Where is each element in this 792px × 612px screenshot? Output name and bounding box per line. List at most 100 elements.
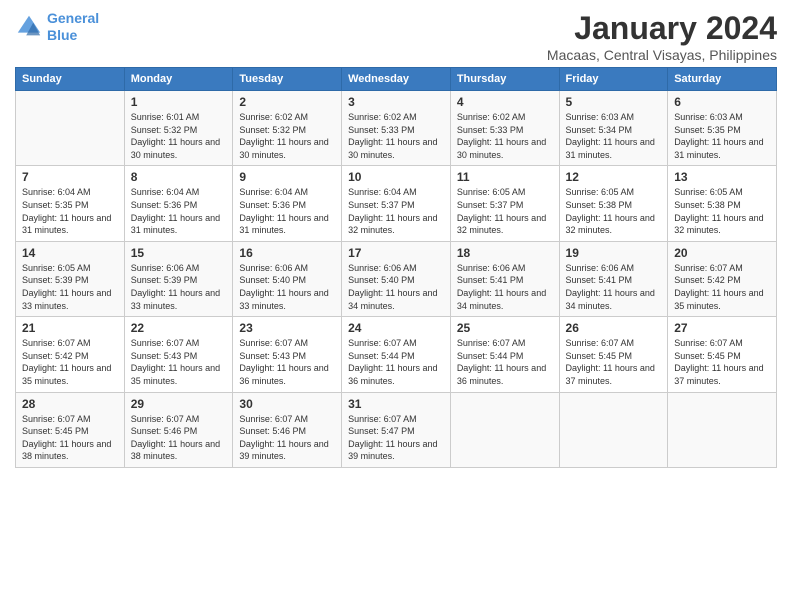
col-tuesday: Tuesday	[233, 68, 342, 91]
day-info: Sunrise: 6:04 AMSunset: 5:36 PMDaylight:…	[239, 186, 335, 236]
day-number: 11	[457, 170, 553, 184]
calendar-week-row: 28 Sunrise: 6:07 AMSunset: 5:45 PMDaylig…	[16, 392, 777, 467]
day-number: 30	[239, 397, 335, 411]
logo-line2: Blue	[47, 27, 77, 43]
table-row: 9 Sunrise: 6:04 AMSunset: 5:36 PMDayligh…	[233, 166, 342, 241]
day-number: 3	[348, 95, 444, 109]
day-info: Sunrise: 6:05 AMSunset: 5:38 PMDaylight:…	[674, 186, 770, 236]
day-number: 14	[22, 246, 118, 260]
col-thursday: Thursday	[450, 68, 559, 91]
table-row: 27 Sunrise: 6:07 AMSunset: 5:45 PMDaylig…	[668, 317, 777, 392]
table-row: 20 Sunrise: 6:07 AMSunset: 5:42 PMDaylig…	[668, 241, 777, 316]
day-info: Sunrise: 6:01 AMSunset: 5:32 PMDaylight:…	[131, 111, 227, 161]
day-number: 27	[674, 321, 770, 335]
day-number: 31	[348, 397, 444, 411]
table-row: 14 Sunrise: 6:05 AMSunset: 5:39 PMDaylig…	[16, 241, 125, 316]
day-number: 12	[566, 170, 662, 184]
day-number: 29	[131, 397, 227, 411]
day-info: Sunrise: 6:05 AMSunset: 5:39 PMDaylight:…	[22, 262, 118, 312]
table-row: 29 Sunrise: 6:07 AMSunset: 5:46 PMDaylig…	[124, 392, 233, 467]
table-row: 17 Sunrise: 6:06 AMSunset: 5:40 PMDaylig…	[342, 241, 451, 316]
day-info: Sunrise: 6:04 AMSunset: 5:36 PMDaylight:…	[131, 186, 227, 236]
table-row	[450, 392, 559, 467]
calendar-week-row: 21 Sunrise: 6:07 AMSunset: 5:42 PMDaylig…	[16, 317, 777, 392]
day-number: 17	[348, 246, 444, 260]
day-number: 21	[22, 321, 118, 335]
day-info: Sunrise: 6:07 AMSunset: 5:43 PMDaylight:…	[131, 337, 227, 387]
day-info: Sunrise: 6:03 AMSunset: 5:35 PMDaylight:…	[674, 111, 770, 161]
table-row: 26 Sunrise: 6:07 AMSunset: 5:45 PMDaylig…	[559, 317, 668, 392]
day-number: 4	[457, 95, 553, 109]
col-sunday: Sunday	[16, 68, 125, 91]
calendar-header-row: Sunday Monday Tuesday Wednesday Thursday…	[16, 68, 777, 91]
day-info: Sunrise: 6:03 AMSunset: 5:34 PMDaylight:…	[566, 111, 662, 161]
day-info: Sunrise: 6:04 AMSunset: 5:37 PMDaylight:…	[348, 186, 444, 236]
table-row: 7 Sunrise: 6:04 AMSunset: 5:35 PMDayligh…	[16, 166, 125, 241]
day-info: Sunrise: 6:07 AMSunset: 5:46 PMDaylight:…	[131, 413, 227, 463]
day-info: Sunrise: 6:07 AMSunset: 5:44 PMDaylight:…	[348, 337, 444, 387]
day-info: Sunrise: 6:04 AMSunset: 5:35 PMDaylight:…	[22, 186, 118, 236]
day-info: Sunrise: 6:06 AMSunset: 5:41 PMDaylight:…	[566, 262, 662, 312]
calendar-week-row: 14 Sunrise: 6:05 AMSunset: 5:39 PMDaylig…	[16, 241, 777, 316]
logo-line1: General	[47, 10, 99, 26]
table-row: 3 Sunrise: 6:02 AMSunset: 5:33 PMDayligh…	[342, 91, 451, 166]
day-number: 23	[239, 321, 335, 335]
day-info: Sunrise: 6:07 AMSunset: 5:42 PMDaylight:…	[674, 262, 770, 312]
table-row: 31 Sunrise: 6:07 AMSunset: 5:47 PMDaylig…	[342, 392, 451, 467]
table-row: 12 Sunrise: 6:05 AMSunset: 5:38 PMDaylig…	[559, 166, 668, 241]
table-row	[668, 392, 777, 467]
day-info: Sunrise: 6:07 AMSunset: 5:46 PMDaylight:…	[239, 413, 335, 463]
table-row: 13 Sunrise: 6:05 AMSunset: 5:38 PMDaylig…	[668, 166, 777, 241]
day-info: Sunrise: 6:07 AMSunset: 5:45 PMDaylight:…	[22, 413, 118, 463]
table-row: 24 Sunrise: 6:07 AMSunset: 5:44 PMDaylig…	[342, 317, 451, 392]
table-row: 21 Sunrise: 6:07 AMSunset: 5:42 PMDaylig…	[16, 317, 125, 392]
day-info: Sunrise: 6:07 AMSunset: 5:45 PMDaylight:…	[566, 337, 662, 387]
table-row: 22 Sunrise: 6:07 AMSunset: 5:43 PMDaylig…	[124, 317, 233, 392]
table-row	[559, 392, 668, 467]
day-info: Sunrise: 6:06 AMSunset: 5:41 PMDaylight:…	[457, 262, 553, 312]
day-number: 15	[131, 246, 227, 260]
day-info: Sunrise: 6:05 AMSunset: 5:38 PMDaylight:…	[566, 186, 662, 236]
day-info: Sunrise: 6:07 AMSunset: 5:47 PMDaylight:…	[348, 413, 444, 463]
table-row: 6 Sunrise: 6:03 AMSunset: 5:35 PMDayligh…	[668, 91, 777, 166]
col-monday: Monday	[124, 68, 233, 91]
day-info: Sunrise: 6:06 AMSunset: 5:39 PMDaylight:…	[131, 262, 227, 312]
day-number: 13	[674, 170, 770, 184]
day-number: 26	[566, 321, 662, 335]
calendar-table: Sunday Monday Tuesday Wednesday Thursday…	[15, 67, 777, 468]
day-number: 6	[674, 95, 770, 109]
day-info: Sunrise: 6:06 AMSunset: 5:40 PMDaylight:…	[239, 262, 335, 312]
table-row: 4 Sunrise: 6:02 AMSunset: 5:33 PMDayligh…	[450, 91, 559, 166]
day-number: 10	[348, 170, 444, 184]
table-row: 8 Sunrise: 6:04 AMSunset: 5:36 PMDayligh…	[124, 166, 233, 241]
day-number: 9	[239, 170, 335, 184]
table-row: 25 Sunrise: 6:07 AMSunset: 5:44 PMDaylig…	[450, 317, 559, 392]
table-row	[16, 91, 125, 166]
day-number: 22	[131, 321, 227, 335]
table-row: 2 Sunrise: 6:02 AMSunset: 5:32 PMDayligh…	[233, 91, 342, 166]
title-block: January 2024 Macaas, Central Visayas, Ph…	[547, 10, 777, 63]
day-info: Sunrise: 6:07 AMSunset: 5:45 PMDaylight:…	[674, 337, 770, 387]
col-wednesday: Wednesday	[342, 68, 451, 91]
table-row: 23 Sunrise: 6:07 AMSunset: 5:43 PMDaylig…	[233, 317, 342, 392]
day-info: Sunrise: 6:02 AMSunset: 5:32 PMDaylight:…	[239, 111, 335, 161]
day-number: 20	[674, 246, 770, 260]
table-row: 18 Sunrise: 6:06 AMSunset: 5:41 PMDaylig…	[450, 241, 559, 316]
day-number: 25	[457, 321, 553, 335]
month-title: January 2024	[547, 10, 777, 47]
day-number: 2	[239, 95, 335, 109]
day-number: 5	[566, 95, 662, 109]
header: General Blue January 2024 Macaas, Centra…	[15, 10, 777, 63]
day-number: 16	[239, 246, 335, 260]
day-number: 8	[131, 170, 227, 184]
table-row: 16 Sunrise: 6:06 AMSunset: 5:40 PMDaylig…	[233, 241, 342, 316]
logo-text: General Blue	[47, 10, 99, 44]
table-row: 1 Sunrise: 6:01 AMSunset: 5:32 PMDayligh…	[124, 91, 233, 166]
day-number: 18	[457, 246, 553, 260]
day-number: 7	[22, 170, 118, 184]
day-info: Sunrise: 6:05 AMSunset: 5:37 PMDaylight:…	[457, 186, 553, 236]
day-number: 19	[566, 246, 662, 260]
col-saturday: Saturday	[668, 68, 777, 91]
day-info: Sunrise: 6:07 AMSunset: 5:44 PMDaylight:…	[457, 337, 553, 387]
day-info: Sunrise: 6:07 AMSunset: 5:42 PMDaylight:…	[22, 337, 118, 387]
